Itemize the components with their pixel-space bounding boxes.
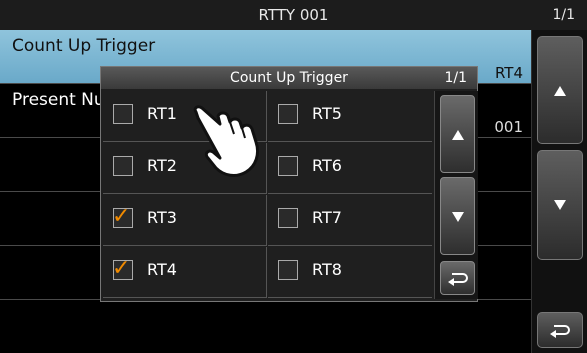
checkmark-icon: ✓ [112,204,131,229]
option-label: RT5 [312,104,342,123]
dialog-scroll-down-button[interactable] [440,177,475,255]
side-button-panel [531,30,587,353]
triangle-up-icon [554,86,566,96]
option-label: RT1 [147,104,177,123]
checkbox[interactable] [278,156,298,176]
checkbox[interactable] [278,260,298,280]
pointing-hand-icon [193,105,260,177]
return-arrow-icon [550,325,570,338]
option-label: RT8 [312,260,342,279]
option-rt6[interactable]: RT6 [268,143,432,194]
triangle-down-icon [554,200,566,210]
triangle-down-icon [451,212,464,222]
screen-title: RTTY 001 [258,6,329,24]
scroll-up-button[interactable] [537,36,583,144]
checkbox[interactable] [113,156,133,176]
option-rt7[interactable]: RT7 [268,195,432,246]
option-rt8[interactable]: RT8 [268,247,432,298]
checkmark-icon: ✓ [112,256,131,281]
count-up-trigger-dialog: Count Up Trigger 1/1 RT1 RT2 ✓ RT3 ✓ RT4 [100,66,478,302]
checkbox[interactable] [278,104,298,124]
page-indicator: 1/1 [552,7,575,23]
checkbox[interactable] [113,104,133,124]
list-item-value: RT4 [494,64,523,82]
checkbox[interactable] [278,208,298,228]
dialog-title: Count Up Trigger [230,70,348,86]
option-rt4[interactable]: ✓ RT4 [103,247,267,298]
option-label: RT6 [312,156,342,175]
option-rt3[interactable]: ✓ RT3 [103,195,267,246]
option-rt5[interactable]: RT5 [268,91,432,142]
screen: RTTY 001 1/1 Count Up Trigger RT4 Presen… [0,0,587,353]
dialog-scroll-up-button[interactable] [440,95,475,173]
option-label: RT4 [147,260,177,279]
triangle-up-icon [451,130,464,140]
return-arrow-icon [447,273,468,286]
checkbox-checked[interactable]: ✓ [112,256,133,281]
dialog-back-button[interactable] [440,261,475,295]
list-item-label: Count Up Trigger [12,36,156,56]
scroll-down-button[interactable] [537,150,583,260]
back-button[interactable] [537,312,583,348]
dialog-title-bar: Count Up Trigger 1/1 [101,67,477,89]
option-label: RT7 [312,208,342,227]
dialog-page-indicator: 1/1 [444,70,467,86]
title-bar: RTTY 001 1/1 [0,0,587,31]
checkbox-checked[interactable]: ✓ [112,204,133,229]
option-label: RT3 [147,208,177,227]
option-label: RT2 [147,156,177,175]
list-item-value: 001 [494,118,523,136]
dialog-scroll-panel [434,91,478,299]
